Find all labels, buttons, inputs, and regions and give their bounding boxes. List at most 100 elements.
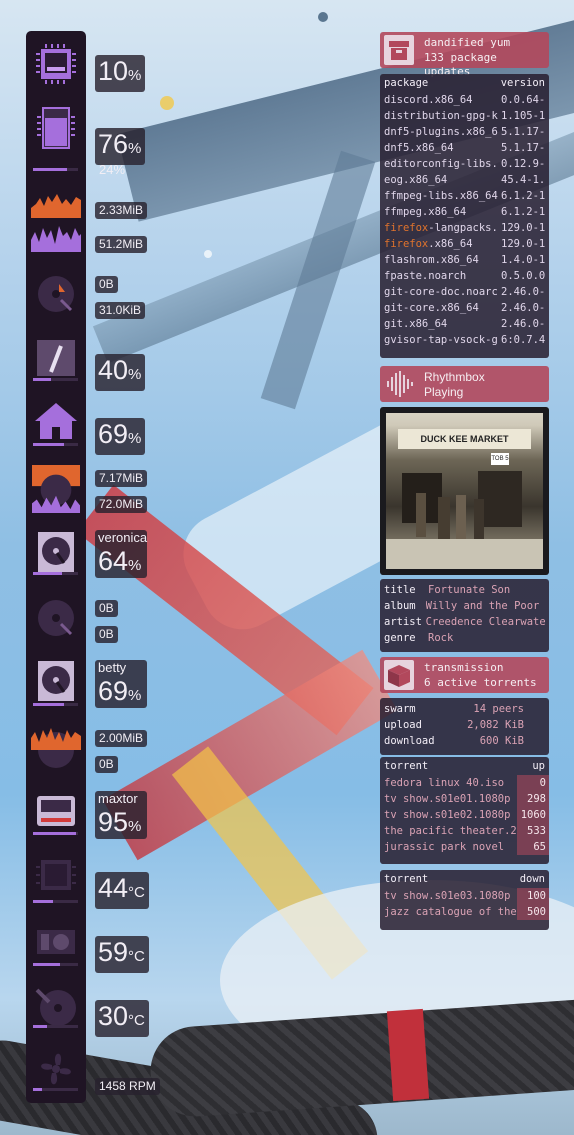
table-row: distribution-gpg-k 1.105-1: [380, 108, 549, 124]
disk-io-4-write: 0B: [95, 756, 118, 773]
audio-waveform-icon: [384, 369, 414, 399]
track-info-panel: title Fortunate Son album Willy and the Poo…: [380, 579, 549, 652]
package-name-text: gvisor-tap-vsock-g: [384, 334, 498, 346]
track-info-row: genre Rock: [380, 630, 549, 646]
package-name-text: distribution-gpg-k: [384, 110, 498, 122]
cpu-temp-bar: [33, 900, 78, 903]
maxtor-label: maxtor: [98, 791, 138, 806]
table-row: dnf5-plugins.x86_6 5.1.17-: [380, 124, 549, 140]
package-version: 1.4.0-1: [501, 254, 545, 266]
cpu-usage-readout: 10%: [95, 55, 146, 92]
package-version: 2.46.0-: [501, 302, 545, 314]
column-down: down: [519, 873, 545, 885]
dnf-header: dandified yum 133 package updates: [380, 32, 549, 78]
torrent-row: the pacific theater.20 533: [380, 823, 549, 839]
album-cover-sign: DUCK KEE MARKET: [398, 429, 531, 449]
transfer-stat-row: upload 2,082 KiB: [380, 717, 549, 733]
memory-level-bar: [33, 168, 78, 171]
highlighted-package-prefix: firefox: [384, 222, 429, 234]
network-download-rate: 2.33MiB: [95, 202, 148, 219]
stat-key: download: [384, 735, 435, 747]
disk-io-icon: [31, 594, 81, 642]
package-name: ffmpeg-libs.x86_64: [384, 188, 500, 204]
torrent-row: jurassic park novel 65: [380, 839, 549, 855]
track-info-row: title Fortunate Son: [380, 582, 549, 598]
table-row: fpaste.noarch 0.5.0.0: [380, 268, 549, 284]
column-up: up: [532, 760, 545, 772]
torrent-row: tv show.s01e01.1080p 298: [380, 791, 549, 807]
table-row: git.x86_64 2.46.0-: [380, 316, 549, 332]
dnf-table-body: discord.x86_64 0.0.64- distribution-gpg-k 1…: [380, 92, 549, 348]
torrent-name: tv show.s01e02.1080p: [384, 809, 511, 821]
torrent-name: jurassic park novel: [384, 841, 505, 853]
rhythmbox-header: Rhythmbox Playing: [380, 366, 549, 402]
package-name: editorconfig-libs.: [384, 156, 500, 172]
cpu-temp-icon: [31, 852, 81, 900]
rhythmbox-title: Rhythmbox: [424, 370, 485, 384]
package-name: flashrom.x86_64: [384, 252, 500, 268]
track-info-value: Rock: [428, 632, 454, 644]
package-version: 129.0-1: [501, 222, 545, 234]
dnf-title: dandified yum: [424, 36, 511, 49]
rhythmbox-status: Playing: [424, 385, 464, 399]
package-name-text: flashrom.x86_64: [384, 254, 479, 266]
package-name: dnf5.x86_64: [384, 140, 500, 156]
fan-bar: [33, 1088, 78, 1091]
veronica-level-bar: [33, 572, 78, 575]
package-name-text: git.x86_64: [384, 318, 448, 330]
package-name: git-core-doc.noarc: [384, 284, 500, 300]
disk-io-2-read: 7.17MiB: [95, 470, 148, 487]
package-name-text: ffmpeg-libs.x86_64: [384, 190, 498, 202]
downloading-table-body: tv show.s01e03.1080p 100 jazz catalogue of…: [380, 888, 549, 920]
cpu-icon: [31, 41, 81, 89]
network-upload-rate: 51.2MiB: [95, 236, 148, 253]
stat-value: 14 peers: [473, 703, 524, 715]
table-row: git-core.x86_64 2.46.0-: [380, 300, 549, 316]
gpu-icon: [31, 918, 81, 966]
stat-key: swarm: [384, 703, 416, 715]
package-name: fpaste.noarch: [384, 268, 500, 284]
maxtor-readout: maxtor 95%: [95, 791, 147, 839]
table-row: gvisor-tap-vsock-g 6:0.7.4: [380, 332, 549, 348]
torrent-name: tv show.s01e03.1080p: [384, 890, 511, 902]
column-torrent: torrent: [384, 873, 429, 885]
table-row: ffmpeg.x86_64 6.1.2-1: [380, 204, 549, 220]
transmission-header: transmission 6 active torrents: [380, 657, 549, 693]
package-version: 2.46.0-: [501, 318, 545, 330]
package-name: discord.x86_64: [384, 92, 500, 108]
package-name-text: git-core-doc.noarc: [384, 286, 498, 298]
package-open-icon: [384, 660, 414, 690]
transmission-subtitle: 6 active torrents: [424, 676, 537, 689]
album-cover: DUCK KEE MARKET TOB 5: [380, 407, 549, 575]
package-name: eog.x86_64: [384, 172, 500, 188]
torrent-name: jazz catalogue of the: [384, 906, 517, 918]
track-info-value: Creedence Clearwater: [425, 616, 545, 628]
package-box-icon: [384, 35, 414, 65]
torrent-rate: 533: [517, 823, 549, 839]
package-name: git.x86_64: [384, 316, 500, 332]
disk-io-2-write: 72.0MiB: [95, 496, 148, 513]
package-name: firefox-langpacks.: [384, 220, 500, 236]
package-name: gvisor-tap-vsock-g: [384, 332, 500, 348]
fan-speed: 1458 RPM: [95, 1078, 160, 1095]
package-name-text: .x86_64: [428, 238, 473, 250]
torrent-rate: 0: [517, 775, 549, 791]
drive-icon: [31, 658, 81, 706]
torrent-row: tv show.s01e02.1080p 1060: [380, 807, 549, 823]
cpu-temp-readout: 44°C: [95, 872, 149, 909]
gpu-temp-readout: 59°C: [95, 936, 149, 973]
torrent-row: tv show.s01e03.1080p 100: [380, 888, 549, 904]
track-info-row: album Willy and the Poor B: [380, 598, 549, 614]
torrent-rate: 100: [517, 888, 549, 904]
track-info-key: artist: [384, 616, 422, 628]
veronica-label: veronica: [98, 530, 148, 545]
veronica-readout: veronica 64%: [95, 530, 147, 578]
track-info-value: Fortunate Son: [428, 584, 511, 596]
table-row: git-core-doc.noarc 2.46.0-: [380, 284, 549, 300]
package-name-text: ffmpeg.x86_64: [384, 206, 467, 218]
home-fs-level-bar: [33, 443, 78, 446]
package-version: 5.1.17-: [501, 142, 545, 154]
package-name: git-core.x86_64: [384, 300, 500, 316]
package-name: ffmpeg.x86_64: [384, 204, 500, 220]
album-cover-tag: TOB 5: [491, 453, 509, 465]
